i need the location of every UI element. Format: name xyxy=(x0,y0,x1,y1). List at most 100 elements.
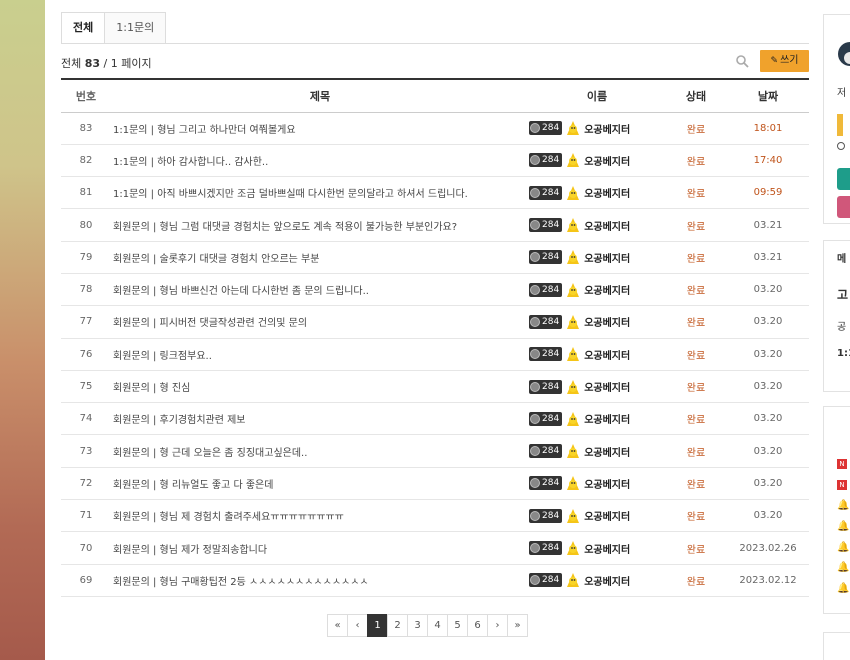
post-author[interactable]: 284 오공베지터 xyxy=(529,338,665,370)
user-icon xyxy=(837,142,845,150)
green-button[interactable] xyxy=(837,168,850,190)
table-row[interactable]: 78 회원문의 | 형님 바쁘신건 아는데 다시한번 좀 문의 드립니다.. 284… xyxy=(61,273,809,306)
post-number: 83 xyxy=(79,122,93,134)
tab-inquiry[interactable]: 1:1문의 xyxy=(105,12,167,44)
post-date: 03.20 xyxy=(753,477,783,489)
page-link[interactable]: 5 xyxy=(447,614,468,637)
page-link[interactable]: 4 xyxy=(427,614,448,637)
level-badge: 284 xyxy=(529,508,563,523)
post-title[interactable]: 회원문의 | 형님 구매황팁전 2등 ㅅㅅㅅㅅㅅㅅㅅㅅㅅㅅㅅㅅㅅ xyxy=(111,564,529,596)
table-row[interactable]: 79 회원문의 | 술롯후기 대댓글 경험치 안오르는 부분 284 오공베지터 완료 0… xyxy=(61,241,809,274)
tab-all[interactable]: 전체 xyxy=(61,12,106,44)
level-badge: 284 xyxy=(529,153,563,168)
post-number: 75 xyxy=(79,381,93,393)
post-number: 80 xyxy=(79,219,93,231)
table-row[interactable]: 80 회원문의 | 형님 그럼 대댓글 경험치는 앞으로도 계속 적용이 불가능한… xyxy=(61,209,809,242)
page-link[interactable]: « xyxy=(327,614,348,637)
author-name: 오공베지터 xyxy=(584,576,631,588)
post-author[interactable]: 284 오공베지터 xyxy=(529,467,665,499)
gear-icon xyxy=(530,349,540,360)
page-link[interactable]: 2 xyxy=(387,614,408,637)
post-author[interactable]: 284 오공베지터 xyxy=(529,209,665,241)
table-row[interactable]: 76 회원문의 | 링크점부요.. 284 오공베지터 완료 03.20 xyxy=(61,338,809,371)
post-date: 03.20 xyxy=(753,381,783,393)
post-title[interactable]: 회원문의 | 형 진심 xyxy=(111,370,529,402)
post-number: 69 xyxy=(79,574,93,586)
table-row[interactable]: 81 1:1문의 | 아직 바쁘시겠지만 조금 덜바쁘실때 다시한번 문의달라고 … xyxy=(61,177,809,209)
post-author[interactable]: 284 오공베지터 xyxy=(529,564,665,596)
author-name: 오공베지터 xyxy=(584,544,631,556)
post-date: 03.21 xyxy=(753,251,783,263)
author-name: 오공베지터 xyxy=(584,156,631,168)
new-icon: N xyxy=(837,480,847,490)
post-author[interactable]: 284 오공베지터 xyxy=(529,532,665,564)
post-author[interactable]: 284 오공베지터 xyxy=(529,177,665,209)
page-link[interactable]: 1 xyxy=(367,614,388,637)
page-link[interactable]: » xyxy=(507,614,528,637)
table-row[interactable]: 71 회원문의 | 형님 제 경험치 출려주세요ㅠㅠㅠㅠㅠㅠㅠㅠ 284 오공베지터 완… xyxy=(61,500,809,532)
table-row[interactable]: 70 회원문의 | 형님 제가 정말죄송합니다 284 오공베지터 완료 2023.02.… xyxy=(61,532,809,565)
page-link[interactable]: 6 xyxy=(467,614,488,637)
post-date: 17:40 xyxy=(753,154,783,166)
table-row[interactable]: 73 회원문의 | 형 근데 오늘은 좀 징징대고싶은데.. 284 오공베지터 완료 0… xyxy=(61,435,809,468)
bell-icon: 🔔 xyxy=(837,583,850,594)
post-title[interactable]: 회원문의 | 형님 제가 정말죄송합니다 xyxy=(111,532,529,564)
table-row[interactable]: 75 회원문의 | 형 진심 284 오공베지터 완료 03.20 xyxy=(61,370,809,403)
post-title[interactable]: 회원문의 | 형님 제 경험치 출려주세요ㅠㅠㅠㅠㅠㅠㅠㅠ xyxy=(111,500,529,532)
table-row[interactable]: 72 회원문의 | 형 리뉴얼도 좋고 다 좋은데 284 오공베지터 완료 03.20 xyxy=(61,467,809,500)
status-badge: 완료 xyxy=(686,512,706,524)
post-title[interactable]: 1:1문의 | 형님 그리고 하나만더 여쭤볼게요 xyxy=(111,112,529,144)
level-badge: 284 xyxy=(529,185,563,200)
post-author[interactable]: 284 오공베지터 xyxy=(529,144,665,176)
table-row[interactable]: 74 회원문의 | 후기경험치관련 제보 284 오공베지터 완료 03.20 xyxy=(61,403,809,435)
page-link[interactable]: 3 xyxy=(407,614,428,637)
gear-icon xyxy=(530,155,540,166)
post-title[interactable]: 회원문의 | 피시버전 댓글작성관련 건의및 문의 xyxy=(111,306,529,338)
post-title[interactable]: 회원문의 | 술롯후기 대댓글 경험치 안오르는 부분 xyxy=(111,241,529,273)
post-date: 03.20 xyxy=(753,445,783,457)
post-title[interactable]: 회원문의 | 형님 바쁘신건 아는데 다시한번 좀 문의 드립니다.. xyxy=(111,273,529,305)
bottom-box xyxy=(823,632,850,660)
post-title[interactable]: 회원문의 | 형 리뉴얼도 좋고 다 좋은데 xyxy=(111,467,529,499)
post-author[interactable]: 284 오공베지터 xyxy=(529,403,665,435)
post-title[interactable]: 1:1문의 | 아직 바쁘시겠지만 조금 덜바쁘실때 다시한번 문의달라고 하셔… xyxy=(111,177,529,209)
post-author[interactable]: 284 오공베지터 xyxy=(529,435,665,467)
author-name: 오공베지터 xyxy=(584,189,631,201)
post-title[interactable]: 회원문의 | 링크점부요.. xyxy=(111,338,529,370)
post-title[interactable]: 회원문의 | 후기경험치관련 제보 xyxy=(111,403,529,435)
table-row[interactable]: 69 회원문의 | 형님 구매황팁전 2등 ㅅㅅㅅㅅㅅㅅㅅㅅㅅㅅㅅㅅㅅ 284 오공베… xyxy=(61,564,809,597)
level-badge: 284 xyxy=(529,314,563,329)
write-button[interactable]: ✎ 쓰기 xyxy=(760,50,809,72)
post-author[interactable]: 284 오공베지터 xyxy=(529,112,665,144)
author-name: 오공베지터 xyxy=(584,350,631,362)
level-badge: 284 xyxy=(529,476,563,491)
chick-icon xyxy=(567,250,580,265)
post-number: 76 xyxy=(79,348,93,360)
page-link[interactable]: › xyxy=(487,614,508,637)
page-link[interactable]: ‹ xyxy=(347,614,368,637)
chick-icon xyxy=(567,476,580,491)
header-num: 번호 xyxy=(75,89,97,103)
table-row[interactable]: 77 회원문의 | 피시버전 댓글작성관련 건의및 문의 284 오공베지터 완료 03.… xyxy=(61,306,809,339)
table-row[interactable]: 83 1:1문의 | 형님 그리고 하나만더 여쭤볼게요 284 오공베지터 완료 18:… xyxy=(61,112,809,145)
chick-icon xyxy=(567,444,580,459)
post-date: 03.20 xyxy=(753,316,783,328)
post-author[interactable]: 284 오공베지터 xyxy=(529,306,665,338)
post-title[interactable]: 회원문의 | 형 근데 오늘은 좀 징징대고싶은데.. xyxy=(111,435,529,467)
post-number: 70 xyxy=(79,542,93,554)
pink-button[interactable] xyxy=(837,196,850,218)
chick-icon xyxy=(567,411,580,426)
post-title[interactable]: 회원문의 | 형님 그럼 대댓글 경험치는 앞으로도 계속 적용이 불가능한 부… xyxy=(111,209,529,241)
post-author[interactable]: 284 오공베지터 xyxy=(529,241,665,273)
post-author[interactable]: 284 오공베지터 xyxy=(529,370,665,402)
post-author[interactable]: 284 오공베지터 xyxy=(529,273,665,305)
post-date: 03.20 xyxy=(753,348,783,360)
post-title[interactable]: 1:1문의 | 하아 감사합니다.. 감사한.. xyxy=(111,144,529,176)
table-header: 번호 제목 이름 상태 날짜 xyxy=(61,79,809,112)
gear-icon xyxy=(530,187,540,198)
table-row[interactable]: 82 1:1문의 | 하아 감사합니다.. 감사한.. 284 오공베지터 완료 17:4… xyxy=(61,144,809,177)
post-author[interactable]: 284 오공베지터 xyxy=(529,500,665,532)
search-icon[interactable] xyxy=(735,54,749,68)
header-date: 날짜 xyxy=(757,89,779,103)
level-badge: 284 xyxy=(529,541,563,555)
